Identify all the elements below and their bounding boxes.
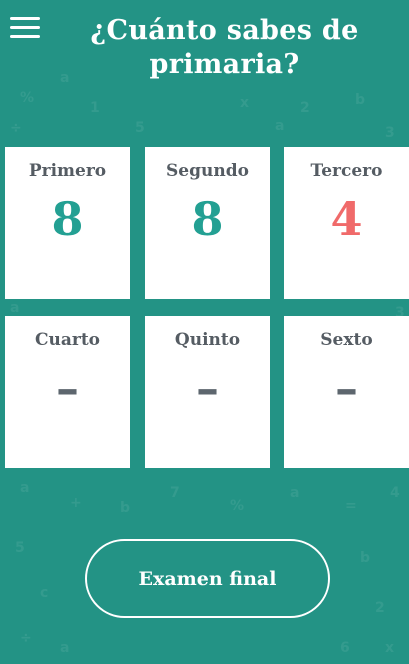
grade-label: Segundo (166, 161, 249, 181)
grade-card-quinto[interactable]: Quinto – (145, 316, 270, 468)
menu-button[interactable] (10, 17, 40, 39)
grade-card-sexto[interactable]: Sexto – (284, 316, 409, 468)
grade-label: Primero (28, 161, 107, 181)
grade-card-cuarto[interactable]: Cuarto – (5, 316, 130, 468)
grade-label: Quinto (174, 330, 241, 350)
grade-score: – (335, 361, 358, 415)
grade-label: Cuarto (34, 330, 101, 350)
grade-label: Tercero (310, 161, 383, 181)
grade-label: Sexto (320, 330, 373, 350)
grade-score: – (196, 361, 219, 415)
grade-score: 8 (191, 192, 224, 246)
hamburger-menu-icon-bar (10, 26, 40, 29)
title-line-2: primaria? (149, 49, 300, 80)
hamburger-menu-icon-bar (10, 35, 40, 38)
grade-card-primero[interactable]: Primero 8 (5, 147, 130, 299)
grade-score: 4 (330, 192, 363, 246)
grade-card-segundo[interactable]: Segundo 8 (145, 147, 270, 299)
grade-score: – (56, 361, 79, 415)
final-exam-button[interactable]: Examen final (85, 539, 330, 618)
grade-score: 8 (51, 192, 84, 246)
page-title: ¿Cuánto sabes de primaria? (40, 14, 409, 82)
hamburger-menu-icon (10, 17, 40, 20)
grade-card-tercero[interactable]: Tercero 4 (284, 147, 409, 299)
title-line-1: ¿Cuánto sabes de (90, 15, 359, 46)
